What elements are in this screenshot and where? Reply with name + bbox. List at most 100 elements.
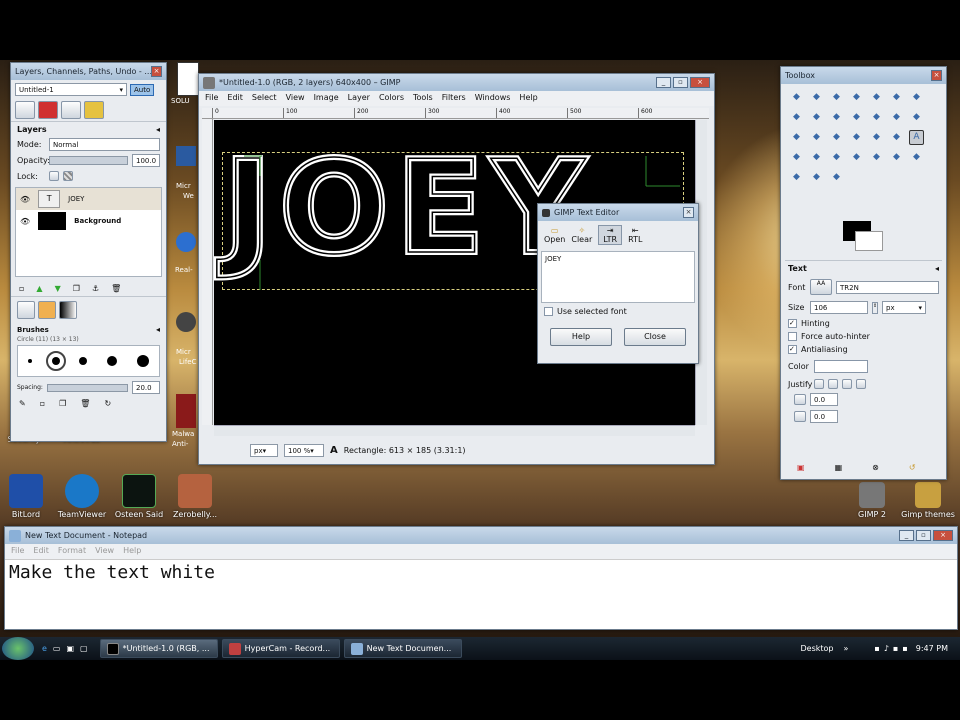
close-icon[interactable]: × [151, 66, 162, 77]
maximize-icon[interactable]: ▫ [673, 77, 688, 88]
desktop-icon-zerobelly[interactable]: Zerobelly... [165, 474, 225, 519]
clock[interactable]: 9:47 PM [916, 644, 948, 653]
new-layer-icon[interactable]: ▫ [19, 284, 24, 293]
background-color[interactable] [855, 231, 883, 251]
color-picker-tool-icon[interactable]: ◆ [809, 110, 824, 125]
justify-center-icon[interactable] [842, 379, 852, 389]
rect-select-tool-icon[interactable]: ◆ [789, 90, 804, 105]
antialias-checkbox[interactable]: ✓ [788, 345, 797, 354]
help-button[interactable]: Help [550, 328, 612, 346]
font-input[interactable]: TR2N [836, 280, 939, 294]
tray-icon[interactable]: ▪ [902, 644, 907, 653]
network-icon[interactable]: ▪ [874, 644, 879, 653]
tab-menu-icon[interactable]: ◂ [156, 325, 160, 334]
spacing-field[interactable]: 20.0 [132, 381, 160, 394]
clear-button[interactable]: ✧ Clear [571, 226, 592, 244]
desktop-icon-teamviewer[interactable]: TeamViewer [52, 474, 112, 519]
open-button[interactable]: ▭ Open [544, 226, 565, 244]
close-icon[interactable]: × [931, 70, 942, 81]
close-icon[interactable]: × [933, 530, 953, 541]
text-editor-titlebar[interactable]: GIMP Text Editor × [538, 204, 698, 221]
delete-layer-icon[interactable]: 🗑 [111, 284, 121, 293]
menu-edit[interactable]: Edit [227, 93, 243, 104]
shear-tool-icon[interactable]: ◆ [829, 130, 844, 145]
menu-select[interactable]: Select [252, 93, 277, 104]
line-spacing-input[interactable]: 0.0 [810, 410, 838, 423]
image-select[interactable]: Untitled-1 ▾ [15, 83, 127, 96]
task-notepad[interactable]: New Text Documen... [343, 639, 462, 658]
layer-row[interactable]: 👁 T JOEY [16, 188, 161, 210]
lower-layer-icon[interactable]: ▼ [55, 284, 61, 293]
perspective-tool-icon[interactable]: ◆ [849, 130, 864, 145]
lock-pixels-checkbox[interactable] [49, 171, 59, 181]
duplicate-brush-icon[interactable]: ❐ [59, 399, 66, 408]
fuzzy-select-tool-icon[interactable]: ◆ [849, 90, 864, 105]
auto-button[interactable]: Auto [130, 83, 155, 96]
rtl-button[interactable]: ⇤ RTL [628, 226, 642, 244]
text-tool-icon[interactable]: A [909, 130, 924, 145]
brush-tab-icon[interactable] [17, 301, 35, 319]
channels-tab-icon[interactable] [38, 101, 58, 119]
switch-windows-icon[interactable]: ▣ [66, 644, 74, 653]
zoom-tool-icon[interactable]: ◆ [829, 110, 844, 125]
reset-options-icon[interactable]: ↺ [909, 463, 916, 472]
size-input[interactable]: 106 [810, 301, 868, 314]
blend-tool-icon[interactable]: ◆ [809, 150, 824, 165]
paths-tab-icon[interactable] [61, 101, 81, 119]
maximize-icon[interactable]: ▫ [916, 530, 931, 541]
ellipse-select-tool-icon[interactable]: ◆ [809, 90, 824, 105]
align-tool-icon[interactable]: ◆ [889, 110, 904, 125]
desktop-icon-gimp-themes[interactable]: Gimp themes [898, 482, 958, 519]
spacing-slider[interactable] [46, 383, 128, 392]
autohint-checkbox[interactable] [788, 332, 797, 341]
menu-image[interactable]: Image [314, 93, 339, 104]
pattern-tab-icon[interactable] [38, 301, 56, 319]
raise-layer-icon[interactable]: ▲ [36, 284, 42, 293]
menu-file[interactable]: File [205, 93, 218, 104]
free-select-tool-icon[interactable]: ◆ [829, 90, 844, 105]
paths-tool-icon[interactable]: ◆ [789, 110, 804, 125]
notepad-titlebar[interactable]: New Text Document - Notepad _ ▫ × [5, 527, 957, 544]
menu-layer[interactable]: Layer [348, 93, 370, 104]
menu-windows[interactable]: Windows [475, 93, 511, 104]
menu-filters[interactable]: Filters [442, 93, 466, 104]
menu-help[interactable]: Help [123, 546, 141, 557]
opacity-field[interactable]: 100.0 [132, 154, 160, 167]
scissors-tool-icon[interactable]: ◆ [889, 90, 904, 105]
desktop-icon-gimp2[interactable]: GIMP 2 [842, 482, 902, 519]
justify-fill-icon[interactable] [856, 379, 866, 389]
restore-options-icon[interactable]: ▦ [835, 463, 843, 472]
justify-left-icon[interactable] [814, 379, 824, 389]
minimize-icon[interactable]: _ [656, 77, 671, 88]
layers-tab-icon[interactable] [15, 101, 35, 119]
use-font-checkbox[interactable] [544, 307, 553, 316]
size-spin-icon[interactable]: ⇕ [872, 301, 878, 314]
edit-brush-icon[interactable]: ✎ [19, 399, 26, 408]
desktop-toolbar-label[interactable]: Desktop [800, 644, 833, 653]
refresh-icon[interactable]: ↻ [104, 399, 111, 408]
menu-edit[interactable]: Edit [33, 546, 49, 557]
undo-tab-icon[interactable] [84, 101, 104, 119]
tab-menu-icon[interactable]: ◂ [935, 264, 939, 273]
close-button[interactable]: Close [624, 328, 686, 346]
task-hypercam[interactable]: HyperCam - Record... [221, 639, 340, 658]
minimize-icon[interactable]: _ [899, 530, 914, 541]
bucket-fill-tool-icon[interactable]: ◆ [789, 150, 804, 165]
menu-tools[interactable]: Tools [413, 93, 433, 104]
menu-colors[interactable]: Colors [379, 93, 404, 104]
horizontal-scrollbar[interactable] [214, 425, 695, 436]
color-button[interactable] [814, 360, 868, 373]
heal-tool-icon[interactable]: ◆ [809, 170, 824, 185]
toolbox-titlebar[interactable]: Toolbox × [781, 67, 946, 84]
new-brush-icon[interactable]: ▫ [40, 399, 45, 408]
move-tool-icon[interactable]: ◆ [869, 110, 884, 125]
duplicate-layer-icon[interactable]: ❐ [73, 284, 80, 293]
brush-item[interactable] [45, 351, 66, 371]
justify-right-icon[interactable] [828, 379, 838, 389]
eye-icon[interactable]: 👁 [20, 217, 30, 226]
close-icon[interactable]: × [683, 207, 694, 218]
brush-item[interactable] [107, 356, 118, 366]
mode-select[interactable]: Normal [49, 138, 160, 151]
show-desktop-icon[interactable]: ▢ [80, 644, 88, 653]
pencil-tool-icon[interactable]: ◆ [829, 150, 844, 165]
